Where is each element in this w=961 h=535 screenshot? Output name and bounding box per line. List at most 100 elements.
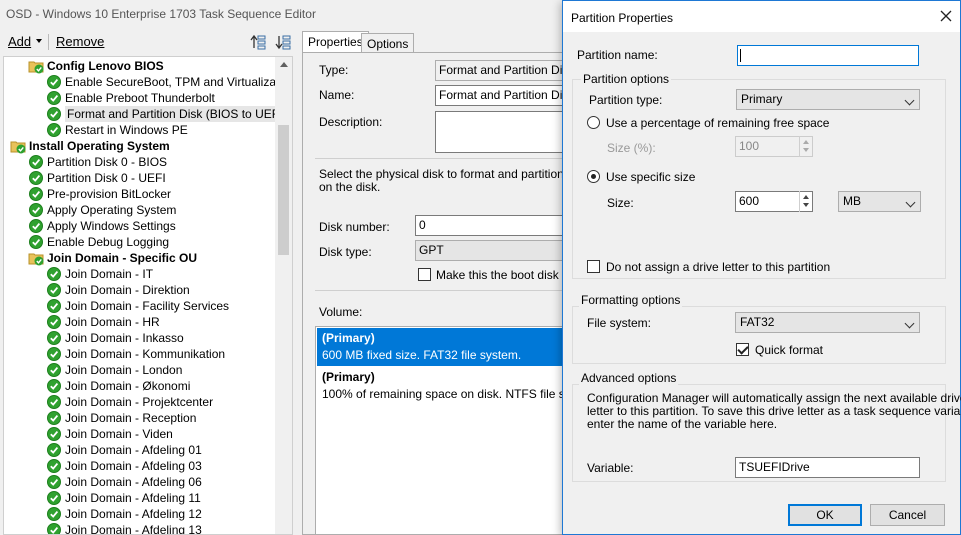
tree-scrollbar[interactable] xyxy=(275,57,292,534)
tree-step[interactable]: Format and Partition Disk (BIOS to UEFI) xyxy=(46,106,289,122)
no-drive-letter-label: Do not assign a drive letter to this par… xyxy=(606,260,831,274)
quick-format-label: Quick format xyxy=(755,343,824,357)
use-percentage-radio[interactable] xyxy=(587,116,600,129)
tree-step[interactable]: Join Domain - IT xyxy=(46,266,153,282)
size-percent-spinner[interactable] xyxy=(799,136,812,157)
tree-step[interactable]: Apply Windows Settings xyxy=(28,218,176,234)
size-spinner[interactable] xyxy=(799,191,812,212)
variable-label: Variable: xyxy=(587,461,634,475)
size-input[interactable]: 600 xyxy=(735,191,813,212)
tree-step[interactable]: Join Domain - Inkasso xyxy=(46,330,184,346)
tree-step[interactable]: Join Domain - Afdeling 03 xyxy=(46,458,202,474)
tree-step[interactable]: Join Domain - Afdeling 13 xyxy=(46,522,202,534)
advanced-options-text-line3: enter the name of the variable here. xyxy=(587,417,778,431)
remove-button[interactable]: Remove xyxy=(56,34,104,49)
tree-item-label: Join Domain - Viden xyxy=(65,427,173,441)
check-icon xyxy=(47,443,61,457)
folder-check-icon xyxy=(10,141,26,154)
tree-step[interactable]: Restart in Windows PE xyxy=(46,122,188,138)
check-icon xyxy=(47,75,61,89)
volume-list[interactable]: (Primary) 600 MB fixed size. FAT32 file … xyxy=(315,326,575,535)
tree-item-label: Restart in Windows PE xyxy=(65,123,188,137)
check-icon xyxy=(47,283,61,297)
size-percent-input[interactable]: 100 xyxy=(735,136,813,157)
description-input[interactable] xyxy=(435,111,565,153)
tree-step[interactable]: Join Domain - Afdeling 06 xyxy=(46,474,202,490)
tree-group[interactable]: Config Lenovo BIOS xyxy=(28,58,164,74)
partition-type-select[interactable]: Primary xyxy=(736,89,920,110)
tree-item-label: Enable Preboot Thunderbolt xyxy=(65,91,215,105)
disk-type-select[interactable]: GPT xyxy=(415,240,565,261)
add-dropdown-caret-icon[interactable] xyxy=(36,39,42,43)
volume-item[interactable]: (Primary) 100% of remaining space on dis… xyxy=(317,367,574,405)
window-title: OSD - Windows 10 Enterprise 1703 Task Se… xyxy=(6,7,316,21)
divider xyxy=(315,158,565,159)
spin-down-icon[interactable] xyxy=(803,148,809,152)
tree-step[interactable]: Join Domain - Kommunikation xyxy=(46,346,225,362)
tree-scroll-thumb[interactable] xyxy=(278,125,289,255)
tree-item-label: Pre-provision BitLocker xyxy=(47,187,172,201)
tree-item-label: Config Lenovo BIOS xyxy=(47,59,164,73)
size-percent-value: 100 xyxy=(739,139,760,153)
check-icon xyxy=(29,171,43,185)
tab-properties[interactable]: Properties xyxy=(302,31,369,53)
cancel-button[interactable]: Cancel xyxy=(870,504,945,526)
tree-step[interactable]: Join Domain - Projektcenter xyxy=(46,394,213,410)
scroll-up-arrow-icon[interactable] xyxy=(280,62,288,67)
tree-item-label: Join Domain - Direktion xyxy=(65,283,190,297)
spin-down-icon[interactable] xyxy=(803,203,809,207)
add-button[interactable]: Add xyxy=(8,34,31,49)
instruction-text-line2: on the disk. xyxy=(319,180,381,194)
boot-disk-checkbox[interactable] xyxy=(418,268,431,281)
disk-number-input[interactable]: 0 xyxy=(415,215,565,236)
tree-item-label: Apply Windows Settings xyxy=(47,219,176,233)
check-icon xyxy=(47,123,61,137)
no-drive-letter-checkbox[interactable] xyxy=(587,260,600,273)
tree-step[interactable]: Pre-provision BitLocker xyxy=(28,186,171,202)
tree-step[interactable]: Join Domain - Direktion xyxy=(46,282,190,298)
tree-step[interactable]: Apply Operating System xyxy=(28,202,176,218)
volume-item[interactable]: (Primary) 600 MB fixed size. FAT32 file … xyxy=(317,328,574,366)
check-icon xyxy=(47,459,61,473)
move-up-icon[interactable] xyxy=(250,34,266,50)
tree-group[interactable]: Join Domain - Specific OU xyxy=(28,250,197,266)
tree-step[interactable]: Join Domain - London xyxy=(46,362,182,378)
tree-item-label: Join Domain - Afdeling 06 xyxy=(65,475,202,489)
partition-name-label: Partition name: xyxy=(577,48,658,62)
ok-button[interactable]: OK xyxy=(788,504,862,526)
tree-step[interactable]: Join Domain - Afdeling 01 xyxy=(46,442,202,458)
partition-name-input[interactable] xyxy=(737,45,919,66)
tree-step[interactable]: Partition Disk 0 - BIOS xyxy=(28,154,167,170)
instruction-text-line1: Select the physical disk to format and p… xyxy=(319,167,598,181)
move-down-icon[interactable] xyxy=(275,34,291,50)
tree-step[interactable]: Join Domain - Viden xyxy=(46,426,173,442)
tree-step[interactable]: Join Domain - HR xyxy=(46,314,160,330)
tree-step[interactable]: Enable Preboot Thunderbolt xyxy=(46,90,215,106)
chevron-down-icon xyxy=(904,95,915,106)
close-icon[interactable] xyxy=(938,8,954,24)
tree-group[interactable]: Install Operating System xyxy=(10,138,170,154)
spin-up-icon[interactable] xyxy=(803,195,809,199)
tree-step[interactable]: Join Domain - Reception xyxy=(46,410,196,426)
volume-item-description: 100% of remaining space on disk. NTFS fi… xyxy=(322,387,575,401)
check-icon xyxy=(47,427,61,441)
tree-step[interactable]: Enable Debug Logging xyxy=(28,234,169,250)
variable-input[interactable]: TSUEFIDrive xyxy=(735,457,920,478)
tree-step[interactable]: Partition Disk 0 - UEFI xyxy=(28,170,166,186)
tree-step[interactable]: Join Domain - Afdeling 12 xyxy=(46,506,202,522)
quick-format-checkbox[interactable] xyxy=(736,343,749,356)
partition-type-label: Partition type: xyxy=(589,93,663,107)
tree-step[interactable]: Join Domain - Afdeling 11 xyxy=(46,490,201,506)
volume-item-title: (Primary) xyxy=(322,370,375,384)
tree-step[interactable]: Join Domain - Facility Services xyxy=(46,298,229,314)
file-system-select[interactable]: FAT32 xyxy=(735,312,920,333)
task-sequence-tree[interactable]: Config Lenovo BIOS Enable SecureBoot, TPM… xyxy=(3,56,293,535)
size-unit-select[interactable]: MB xyxy=(838,191,921,212)
tree-step[interactable]: Enable SecureBoot, TPM and Virtualizatio… xyxy=(46,74,292,90)
spin-up-icon[interactable] xyxy=(803,140,809,144)
name-input[interactable]: Format and Partition Disk ( xyxy=(435,85,565,106)
volume-item-description: 600 MB fixed size. FAT32 file system. xyxy=(322,348,522,362)
tab-options[interactable]: Options xyxy=(361,33,415,52)
tree-step[interactable]: Join Domain - Økonomi xyxy=(46,378,190,394)
use-specific-size-radio[interactable] xyxy=(587,170,600,183)
